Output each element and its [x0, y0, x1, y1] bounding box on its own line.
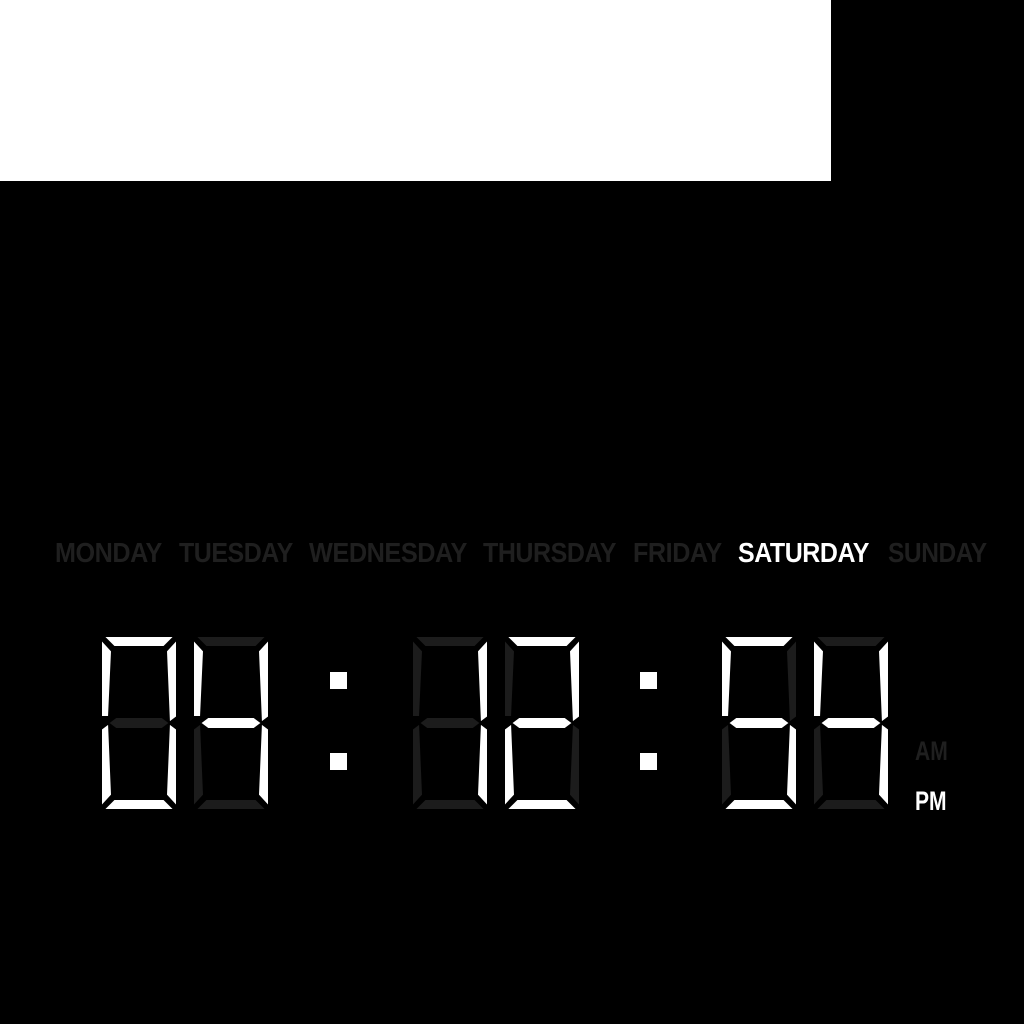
digit-segment — [100, 798, 178, 811]
day-tuesday: TUESDAY — [179, 537, 293, 568]
digit-segment — [509, 716, 575, 730]
colon-dot — [640, 672, 657, 689]
blank-white-panel — [0, 0, 831, 181]
digit-segment — [164, 636, 178, 725]
digit-segment — [812, 636, 826, 718]
weekday-row: MONDAY TUESDAY WEDNESDAY THURSDAY FRIDAY… — [0, 535, 1024, 575]
second-tens-digit — [714, 633, 804, 813]
digit-segment — [818, 716, 884, 730]
digit-segment — [417, 716, 483, 730]
minute-tens-digit — [405, 633, 495, 813]
digit-segment — [812, 798, 890, 811]
digit-segment — [198, 716, 264, 730]
colon-dot — [330, 753, 347, 770]
day-monday: MONDAY — [55, 537, 162, 568]
digit-segment — [876, 636, 890, 725]
digit-segment — [876, 721, 890, 810]
digit-segment — [100, 635, 178, 648]
colon-dot — [640, 753, 657, 770]
day-thursday: THURSDAY — [483, 537, 616, 568]
day-saturday: SATURDAY — [738, 537, 869, 568]
hour-ones-digit — [186, 633, 276, 813]
minute-ones-digit — [497, 633, 587, 813]
digit-segment — [726, 716, 792, 730]
digit-segment — [812, 721, 826, 810]
digit-segment — [256, 636, 270, 725]
digit-segment — [475, 636, 489, 725]
digit-segment — [567, 636, 581, 725]
day-sunday: SUNDAY — [888, 537, 987, 568]
digit-segment — [812, 635, 890, 648]
digit-segment — [503, 798, 581, 811]
day-wednesday: WEDNESDAY — [309, 537, 467, 568]
second-ones-digit — [806, 633, 896, 813]
hour-tens-digit — [94, 633, 184, 813]
digit-segment — [720, 635, 798, 648]
digit-segment — [503, 635, 581, 648]
digit-segment — [411, 635, 489, 648]
digit-segment — [720, 636, 734, 718]
digit-segment — [475, 721, 489, 810]
digit-segment — [720, 798, 798, 811]
digit-segment — [411, 636, 425, 718]
digit-segment — [784, 636, 798, 725]
digit-segment — [100, 721, 114, 810]
pm-indicator: PM — [915, 786, 947, 816]
digit-segment — [567, 721, 581, 810]
am-indicator: AM — [915, 736, 948, 766]
digital-clock: AM PM — [0, 625, 1024, 825]
digit-segment — [192, 635, 270, 648]
digit-segment — [720, 721, 734, 810]
digit-segment — [503, 721, 517, 810]
digit-segment — [192, 798, 270, 811]
digit-segment — [411, 721, 425, 810]
digit-segment — [192, 636, 206, 718]
digit-segment — [106, 716, 172, 730]
digit-segment — [192, 721, 206, 810]
day-friday: FRIDAY — [633, 537, 722, 568]
digit-segment — [411, 798, 489, 811]
digit-segment — [503, 636, 517, 718]
colon-dot — [330, 672, 347, 689]
digit-segment — [100, 636, 114, 718]
digit-segment — [256, 721, 270, 810]
digit-segment — [784, 721, 798, 810]
digit-segment — [164, 721, 178, 810]
